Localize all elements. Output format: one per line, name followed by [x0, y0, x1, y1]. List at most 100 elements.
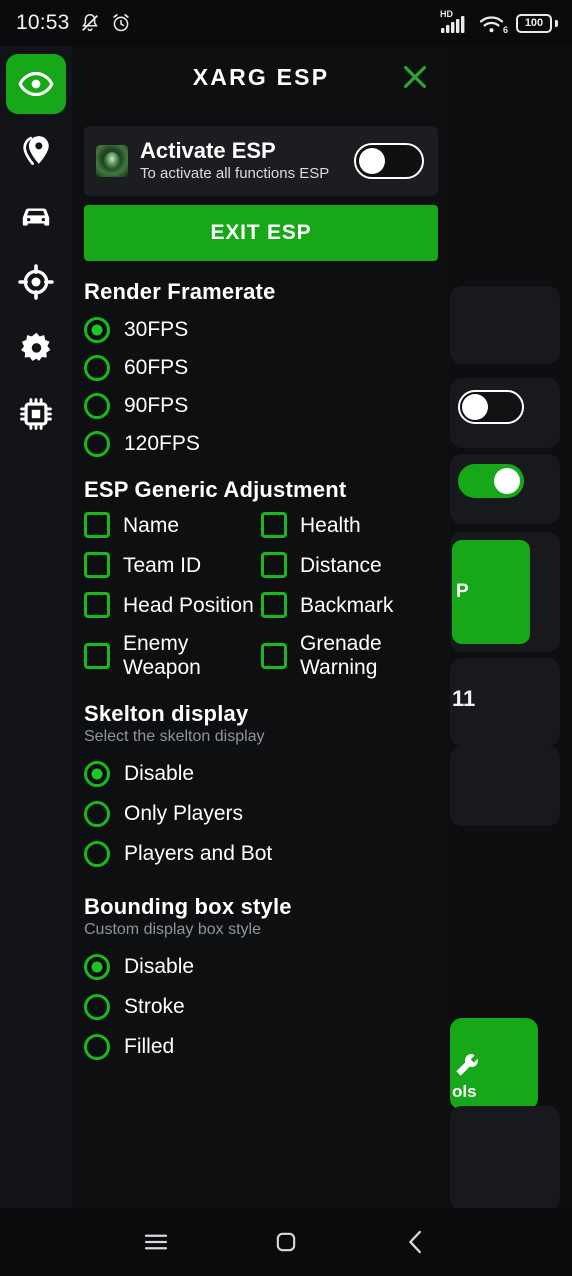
checkbox-option-grenade-warning[interactable]: Grenade Warning — [261, 627, 438, 684]
checkbox-option-name[interactable]: Name — [84, 507, 261, 543]
checkbox-option-enemy-weapon[interactable]: Enemy Weapon — [84, 627, 261, 684]
checkbox-option-health[interactable]: Health — [261, 507, 438, 543]
status-time: 10:53 — [16, 11, 70, 34]
radio-option-90fps[interactable]: 90FPS — [84, 387, 438, 425]
bg-green-button-label: P — [456, 581, 469, 602]
home-square-icon — [276, 1232, 296, 1252]
render-framerate-heading: Render Framerate — [84, 279, 276, 305]
radio-option-label: 60FPS — [124, 356, 189, 380]
skelton-section: Skelton display Select the skelton displ… — [84, 701, 438, 874]
radio-option-label: Disable — [124, 954, 195, 978]
checkbox-option-label: Grenade Warning — [300, 632, 382, 679]
checkbox-indicator[interactable] — [261, 592, 287, 619]
car-icon — [22, 208, 50, 226]
checkbox-indicator[interactable] — [84, 643, 110, 669]
radio-indicator[interactable] — [84, 760, 110, 787]
radio-option-label: 90FPS — [124, 394, 189, 418]
bg-card-6 — [450, 746, 560, 826]
checkbox-option-label: Head Position — [123, 593, 254, 617]
esp-generic-heading: ESP Generic Adjustment — [84, 477, 347, 503]
radio-option-label: Disable — [124, 761, 195, 785]
radio-option-label: Stroke — [124, 994, 185, 1018]
wifi-generation-label: 6 — [502, 25, 508, 35]
sidebar-item-settings[interactable] — [6, 318, 66, 378]
skelton-heading: Skelton display — [84, 700, 249, 726]
bg-toggle-off[interactable] — [458, 390, 524, 424]
radio-option-only-players[interactable]: Only Players — [84, 794, 438, 834]
bell-muted-icon — [81, 13, 98, 32]
radio-indicator[interactable] — [84, 393, 110, 420]
app-screen: 10:53 HD 6 100 P 11 ols XARG ESP Activat… — [0, 0, 572, 1276]
location-pin-icon — [23, 136, 49, 165]
radio-indicator[interactable] — [84, 840, 110, 867]
checkbox-indicator[interactable] — [261, 552, 287, 579]
bg-partial-text: 11 — [452, 686, 475, 712]
bg-tools-card[interactable]: ols — [450, 1018, 538, 1110]
checkbox-option-backmark[interactable]: Backmark — [261, 587, 438, 623]
radio-option-30fps[interactable]: 30FPS — [84, 311, 438, 349]
bounding-box-section: Bounding box style Custom display box st… — [84, 894, 438, 1067]
checkbox-indicator[interactable] — [84, 512, 110, 539]
radio-option-disable[interactable]: Disable — [84, 947, 438, 987]
checkbox-option-head-position[interactable]: Head Position — [84, 587, 261, 623]
signal-icon: HD — [440, 9, 470, 34]
panel-body: Activate ESP To activate all functions E… — [72, 108, 450, 1276]
radio-indicator[interactable] — [84, 953, 110, 980]
activate-esp-toggle[interactable] — [354, 143, 424, 180]
skelton-subheading: Select the skelton display — [84, 727, 265, 745]
checkbox-indicator[interactable] — [84, 592, 110, 619]
radio-indicator[interactable] — [84, 355, 110, 382]
bounding-box-options: Disable Stroke Filled — [84, 947, 438, 1067]
checkbox-option-team-id[interactable]: Team ID — [84, 547, 261, 583]
render-framerate-options: 30FPS 60FPS 90FPS 120FPS — [84, 311, 438, 463]
bg-card-1 — [450, 286, 560, 364]
radio-option-filled[interactable]: Filled — [84, 1027, 438, 1067]
render-framerate-section: Render Framerate 30FPS 60FPS 90FPS 120FPS — [84, 279, 438, 463]
bg-toggle-on[interactable] — [458, 464, 524, 498]
radio-option-label: 30FPS — [124, 318, 189, 342]
radio-option-disable[interactable]: Disable — [84, 754, 438, 794]
checkbox-indicator[interactable] — [261, 643, 287, 669]
menu-hamburger-icon — [144, 1234, 168, 1250]
checkbox-option-label: Backmark — [300, 593, 394, 617]
sidebar-item-location[interactable] — [6, 120, 66, 180]
checkbox-indicator[interactable] — [261, 512, 287, 539]
radio-option-label: Filled — [124, 1034, 175, 1058]
wrench-icon — [456, 1054, 478, 1076]
radio-indicator[interactable] — [84, 1033, 110, 1060]
status-bar: 10:53 HD 6 100 — [0, 0, 572, 46]
battery-level-label: 100 — [524, 17, 544, 29]
radio-option-stroke[interactable]: Stroke — [84, 987, 438, 1027]
bg-green-button[interactable]: P — [452, 540, 530, 644]
esp-generic-options: Name Health Team ID Distance Head Position Ba… — [84, 507, 438, 684]
radio-option-label: Only Players — [124, 801, 244, 825]
checkbox-option-label: Team ID — [123, 553, 202, 577]
back-chevron-icon — [409, 1230, 421, 1254]
battery-icon: 100 — [516, 13, 558, 34]
radio-option-120fps[interactable]: 120FPS — [84, 425, 438, 463]
sidebar-item-esp[interactable] — [6, 54, 66, 114]
radio-indicator[interactable] — [84, 800, 110, 827]
panel-header: XARG ESP — [72, 46, 450, 108]
sidebar-item-memory[interactable] — [6, 384, 66, 444]
radio-indicator[interactable] — [84, 431, 110, 458]
sidebar-item-aim[interactable] — [6, 252, 66, 312]
checkbox-indicator[interactable] — [84, 552, 110, 579]
sidebar-item-vehicle[interactable] — [6, 186, 66, 246]
activate-esp-texts: Activate ESP To activate all functions E… — [140, 138, 342, 183]
nav-back-button[interactable] — [351, 1208, 481, 1276]
radio-indicator[interactable] — [84, 317, 110, 344]
close-button[interactable] — [398, 60, 432, 94]
android-nav-bar — [0, 1208, 572, 1276]
radio-indicator[interactable] — [84, 993, 110, 1020]
exit-esp-button[interactable]: EXIT ESP — [84, 205, 438, 262]
skelton-options: Disable Only Players Players and Bot — [84, 754, 438, 874]
checkbox-option-distance[interactable]: Distance — [261, 547, 438, 583]
nav-recents-button[interactable] — [91, 1208, 221, 1276]
radio-option-label: 120FPS — [124, 432, 200, 456]
nav-home-button[interactable] — [221, 1208, 351, 1276]
radio-option-players-and-bot[interactable]: Players and Bot — [84, 834, 438, 874]
checkbox-option-label: Enemy Weapon — [123, 632, 201, 679]
radio-option-60fps[interactable]: 60FPS — [84, 349, 438, 387]
activate-esp-title: Activate ESP — [140, 138, 276, 163]
